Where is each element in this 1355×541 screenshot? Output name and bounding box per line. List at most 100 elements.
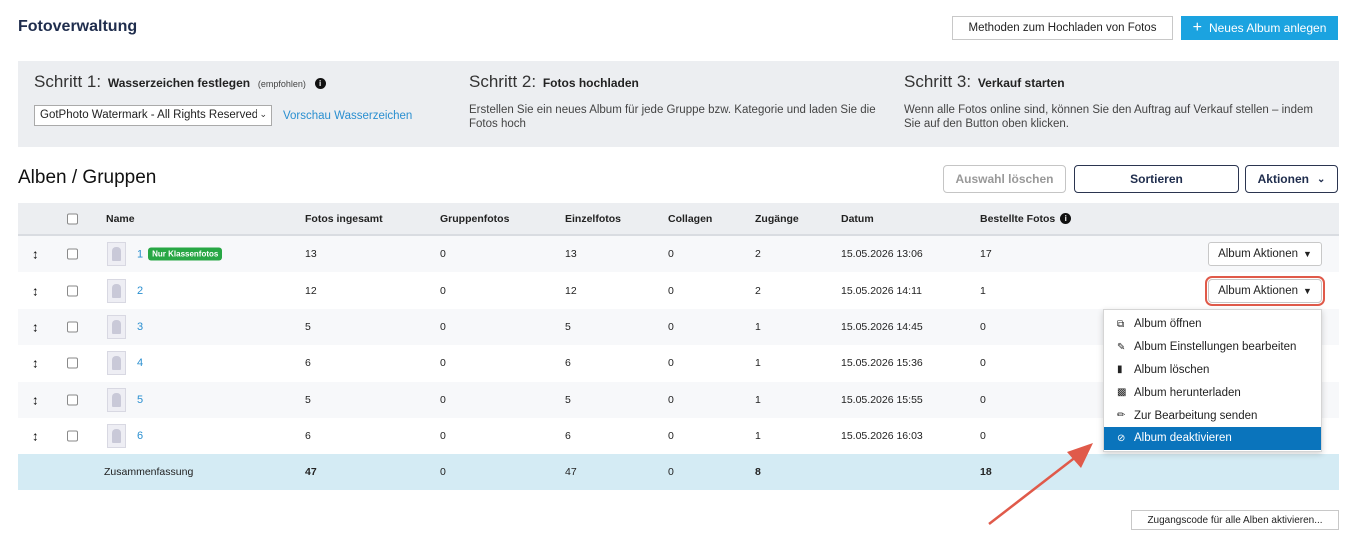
row-checkbox[interactable] [67, 430, 78, 442]
watermark-select[interactable]: GotPhoto Watermark - All Rights Reserved… [34, 105, 272, 126]
actions-label: Aktionen [1257, 172, 1309, 186]
album-thumbnail[interactable] [107, 242, 126, 267]
album-thumbnail[interactable] [107, 387, 126, 412]
table-row: ↕ 2 12 0 12 0 2 15.05.2026 14:11 1 Album Aktionen… [18, 272, 1339, 308]
step-3-text: Wenn alle Fotos online sind, können Sie … [904, 104, 1313, 130]
cell-collages: 0 [668, 393, 674, 406]
column-header-group[interactable]: Gruppenfotos [440, 213, 509, 225]
table-header: Name Fotos ingesamt Gruppenfotos Einzelf… [18, 203, 1339, 236]
cell-collages: 0 [668, 357, 674, 370]
drag-handle-icon[interactable]: ↕ [32, 283, 39, 298]
cell-total: 5 [305, 320, 311, 333]
external-link-icon: ⧉ [1117, 318, 1125, 330]
album-actions-menu: ⧉ Album öffnen ✎ Album Einstellungen bearbe… [1103, 309, 1322, 452]
cell-access: 1 [755, 320, 761, 333]
album-thumbnail[interactable] [107, 424, 126, 449]
row-checkbox[interactable] [67, 285, 78, 297]
summary-group: 0 [440, 466, 446, 479]
cell-group: 0 [440, 248, 446, 261]
cell-single: 6 [565, 357, 571, 370]
step-3: Schritt 3: Verkauf starten Wenn alle Fot… [904, 72, 1324, 131]
album-name-link[interactable]: 1 [137, 249, 143, 261]
ban-icon: ⊘ [1117, 432, 1126, 444]
drag-handle-icon[interactable]: ↕ [32, 247, 39, 262]
drag-handle-icon[interactable]: ↕ [32, 319, 39, 334]
caret-down-icon: ▼ [1303, 249, 1312, 260]
album-name-link[interactable]: 5 [137, 394, 143, 406]
cell-ordered: 1 [980, 284, 986, 297]
cell-ordered: 0 [980, 393, 986, 406]
cell-access: 2 [755, 248, 761, 261]
summary-single: 47 [565, 466, 577, 479]
watermark-select-value: GotPhoto Watermark - All Rights Reserved [40, 109, 259, 121]
cell-collages: 0 [668, 248, 674, 261]
cell-total: 6 [305, 357, 311, 370]
column-header-name[interactable]: Name [106, 213, 135, 225]
annotation-arrow [988, 443, 1093, 525]
upload-methods-button[interactable]: Methoden zum Hochladen von Fotos [952, 16, 1173, 40]
menu-item-pencil[interactable]: ✎ Album Einstellungen bearbeiten [1104, 336, 1321, 359]
menu-item-file-download[interactable]: ▩ Album herunterladen [1104, 381, 1321, 404]
cell-group: 0 [440, 357, 446, 370]
chevron-down-icon: ⌄ [1316, 173, 1326, 185]
select-all-checkbox[interactable] [67, 213, 78, 224]
menu-item-label: Album deaktivieren [1134, 432, 1232, 445]
menu-item-ban[interactable]: ⊘ Album deaktivieren [1104, 426, 1321, 450]
column-header-date[interactable]: Datum [841, 213, 874, 225]
album-actions-button[interactable]: Album Aktionen ▼ [1205, 275, 1325, 306]
cell-collages: 0 [668, 284, 674, 297]
actions-button[interactable]: Aktionen ⌄ [1245, 165, 1338, 193]
new-album-button[interactable]: + Neues Album anlegen [1181, 16, 1338, 40]
cell-group: 0 [440, 284, 446, 297]
row-checkbox[interactable] [67, 321, 78, 333]
column-header-collages[interactable]: Collagen [668, 213, 712, 225]
album-name-link[interactable]: 4 [137, 357, 143, 369]
column-header-total[interactable]: Fotos ingesamt [305, 213, 383, 225]
drag-handle-icon[interactable]: ↕ [32, 429, 39, 444]
drag-handle-icon[interactable]: ↕ [32, 356, 39, 371]
cell-single: 13 [565, 248, 577, 261]
cell-date: 15.05.2026 15:55 [841, 393, 923, 406]
album-thumbnail[interactable] [107, 351, 126, 376]
step-1-note: (empfohlen) [257, 79, 306, 89]
step-2-title: Fotos hochladen [542, 76, 639, 90]
column-header-ordered[interactable]: Bestellte Fotos i [980, 212, 1072, 225]
album-name-link[interactable]: 3 [137, 321, 143, 333]
steps-panel: Schritt 1: Wasserzeichen festlegen (empf… [18, 61, 1339, 147]
column-header-access[interactable]: Zugänge [755, 213, 799, 225]
cell-date: 15.05.2026 13:06 [841, 248, 923, 261]
cell-total: 12 [305, 284, 317, 297]
clear-selection-button[interactable]: Auswahl löschen [943, 165, 1066, 193]
info-icon[interactable]: i [1060, 212, 1072, 224]
cell-group: 0 [440, 393, 446, 406]
album-thumbnail[interactable] [107, 314, 126, 339]
menu-item-edit-square[interactable]: ✏ Zur Bearbeitung senden [1104, 404, 1321, 427]
drag-handle-icon[interactable]: ↕ [32, 392, 39, 407]
column-header-single[interactable]: Einzelfotos [565, 213, 621, 225]
row-checkbox[interactable] [67, 357, 78, 369]
cell-access: 1 [755, 430, 761, 443]
album-actions-button[interactable]: Album Aktionen ▼ [1208, 242, 1322, 267]
menu-item-trash[interactable]: ▮ Album löschen [1104, 359, 1321, 382]
album-thumbnail[interactable] [107, 278, 126, 303]
preview-watermark-link[interactable]: Vorschau Wasserzeichen [283, 110, 412, 122]
pencil-icon: ✎ [1117, 341, 1126, 353]
column-header-ordered-label: Bestellte Fotos [980, 212, 1056, 225]
menu-item-label: Zur Bearbeitung senden [1134, 409, 1258, 422]
info-icon[interactable]: i [314, 78, 326, 89]
cell-date: 15.05.2026 14:11 [841, 284, 922, 297]
step-2-prefix: Schritt 2: [469, 72, 537, 91]
cell-collages: 0 [668, 430, 674, 443]
cell-access: 1 [755, 357, 761, 370]
menu-item-external-link[interactable]: ⧉ Album öffnen [1104, 313, 1321, 336]
activate-access-codes-button[interactable]: Zugangscode für alle Alben aktivieren... [1131, 510, 1339, 530]
sort-button[interactable]: Sortieren [1074, 165, 1239, 193]
edit-square-icon: ✏ [1117, 410, 1126, 422]
album-name-link[interactable]: 6 [137, 430, 143, 442]
row-checkbox[interactable] [67, 248, 78, 260]
row-checkbox[interactable] [67, 394, 78, 406]
album-actions-label: Album Aktionen [1218, 284, 1298, 297]
table-row: ↕ 1 Nur Klassenfotos 13 0 13 0 2 15.05.2026 13:0… [18, 236, 1339, 273]
album-name-link[interactable]: 2 [137, 285, 143, 297]
step-2: Schritt 2: Fotos hochladen Erstellen Sie… [469, 72, 889, 131]
